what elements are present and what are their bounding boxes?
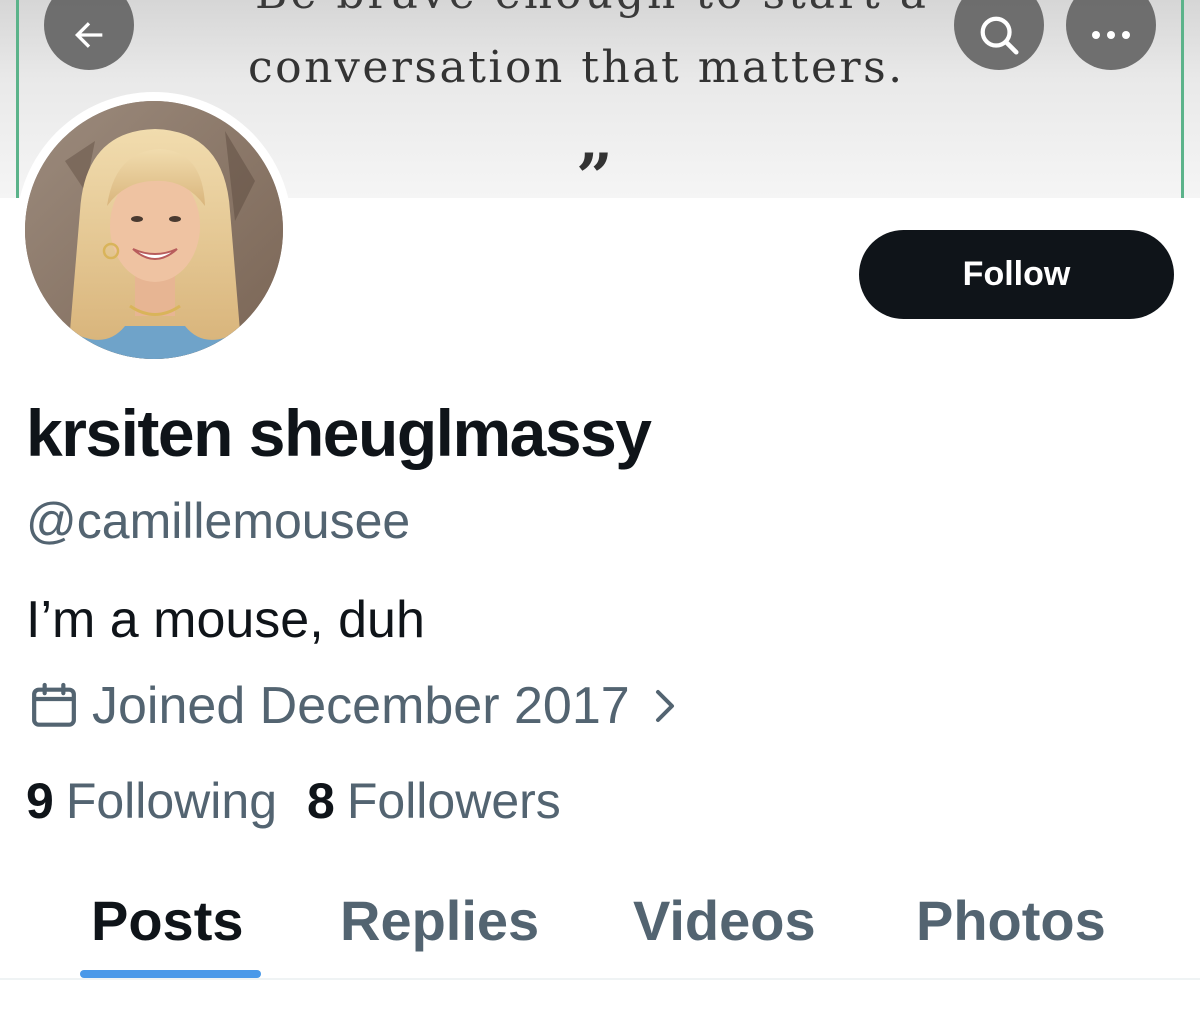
tab-posts[interactable]: Posts: [91, 888, 244, 953]
banner-accent-line-right: [1181, 0, 1184, 198]
tab-videos[interactable]: Videos: [633, 888, 816, 953]
avatar-photo: [25, 101, 283, 359]
joined-date-label: Joined December 2017: [92, 677, 630, 735]
followers-label: Followers: [346, 773, 561, 829]
avatar-portrait-illustration: [25, 101, 283, 359]
tab-photos[interactable]: Photos: [916, 888, 1106, 953]
chevron-right-icon: [655, 690, 674, 722]
following-link[interactable]: 9 Following: [26, 772, 277, 830]
following-count: 9: [26, 773, 54, 829]
display-name: krsiten sheuglmassy: [26, 396, 652, 470]
follow-button[interactable]: Follow: [859, 230, 1174, 319]
avatar[interactable]: [16, 92, 292, 368]
active-tab-indicator: [80, 970, 261, 978]
calendar-icon: [32, 682, 76, 727]
follow-stats: 9 Following 8 Followers: [26, 772, 591, 830]
banner-quote-line-2: conversation that matters.: [248, 42, 905, 93]
search-icon: [980, 16, 1019, 55]
tabs-divider: [0, 978, 1200, 980]
profile-tabs: Posts Replies Videos Photos: [0, 870, 1200, 980]
tab-replies[interactable]: Replies: [340, 888, 539, 953]
banner-quote-line-1: Be brave enough to start a: [255, 0, 955, 19]
joined-date-row[interactable]: Joined December 2017: [26, 672, 680, 740]
profile-handle: @camillemousee: [26, 493, 411, 549]
followers-count: 8: [307, 773, 335, 829]
arrow-left-icon: [75, 22, 103, 48]
following-label: Following: [65, 773, 278, 829]
profile-bio: I’m a mouse, duh: [26, 591, 425, 649]
more-horizontal-icon: [1092, 31, 1130, 39]
banner-quote-mark: ”: [576, 140, 613, 199]
followers-link[interactable]: 8 Followers: [307, 772, 561, 830]
banner-accent-line-left: [16, 0, 19, 198]
